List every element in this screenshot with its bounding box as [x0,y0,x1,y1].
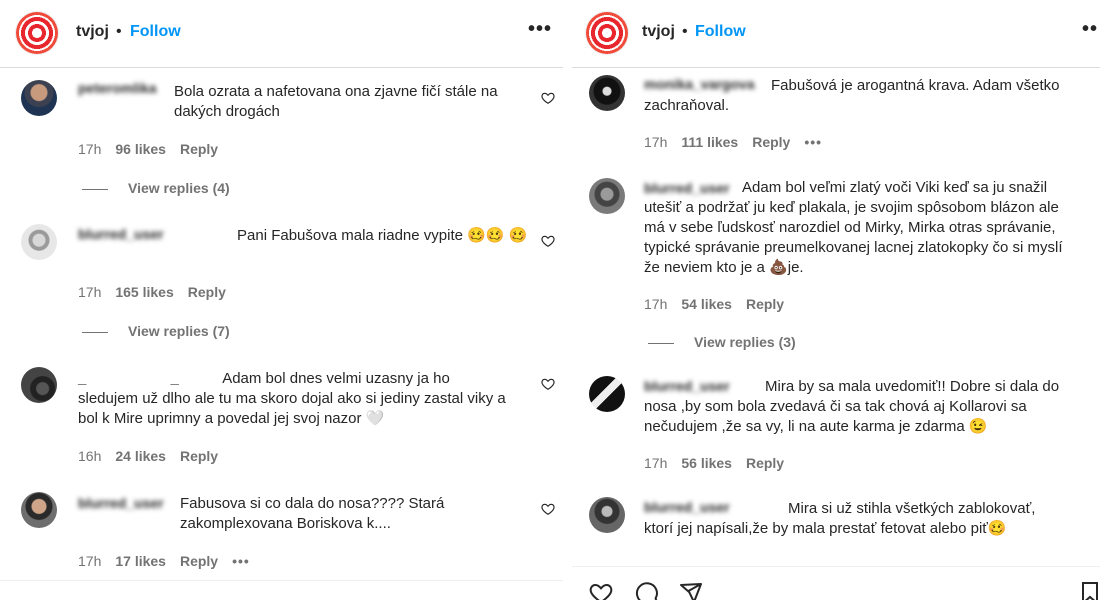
comment-meta: 17h 17 likes Reply ••• [78,553,264,569]
like-heart-icon[interactable] [541,234,555,248]
comment-more-icon[interactable]: ••• [232,553,250,569]
reply-button[interactable]: Reply [746,455,784,471]
header-divider [572,67,1100,68]
follow-button[interactable]: Follow [130,23,181,41]
commenter-avatar[interactable] [589,497,625,533]
comment-time: 17h [78,141,102,157]
comment-likes[interactable]: 56 likes [681,455,732,471]
like-heart-icon[interactable] [541,502,555,516]
comment-likes[interactable]: 17 likes [115,553,166,569]
reply-button[interactable]: Reply [752,134,790,150]
comment-text: Mira si už stihla všetkých zablokovať, k… [644,500,1036,537]
reply-button[interactable]: Reply [188,284,226,300]
view-replies-button[interactable]: View replies (3) [648,334,796,350]
profile-avatar-logo[interactable] [16,12,58,54]
commenter-username[interactable]: blurred_user [78,226,228,242]
header-divider [0,67,563,68]
commenter-avatar[interactable] [589,376,625,412]
view-replies-button[interactable]: View replies (4) [82,180,230,196]
comment-text: Fabusova si co dala do nosa???? Stará za… [180,495,445,532]
commenter-username[interactable]: monika_vargova [644,76,755,92]
like-heart-icon[interactable] [541,377,555,391]
comment-time: 16h [78,448,102,464]
comment-icon[interactable] [634,581,660,600]
comment-time: 17h [78,553,102,569]
comment-meta: 17h 96 likes Reply [78,141,232,157]
comment-text: Adam bol veľmi zlatý voči Viki keď sa ju… [644,179,1063,276]
comment-meta: 17h 54 likes Reply [644,296,798,312]
reply-button[interactable]: Reply [180,141,218,157]
comment-time: 17h [644,134,668,150]
view-replies-button[interactable]: View replies (7) [82,323,230,339]
separator-dot: • [116,23,122,40]
comment-likes[interactable]: 24 likes [115,448,166,464]
like-heart-icon[interactable] [541,91,555,105]
comment-likes[interactable]: 165 likes [115,284,173,300]
commenter-username[interactable]: _ _ [78,370,219,387]
comment-likes[interactable]: 96 likes [115,141,166,157]
reply-button[interactable]: Reply [746,296,784,312]
left-post-panel: tvjoj • Follow ••• peteromlika Bola ozra… [0,0,563,600]
commenter-username[interactable]: blurred_user [78,495,168,511]
post-header: tvjoj • Follow ••• [0,0,563,66]
reply-button[interactable]: Reply [180,448,218,464]
comment-text: Fabušová je arogantná krava. Adam všetko [771,77,1060,94]
profile-avatar-logo[interactable] [586,12,628,54]
comment-time: 17h [78,284,102,300]
separator-dot: • [682,23,688,40]
panel-gap [563,0,572,600]
comment-meta: 17h 111 likes Reply ••• [644,134,836,150]
bookmark-icon[interactable] [1080,581,1100,600]
comment-more-icon[interactable]: ••• [804,134,822,150]
profile-handle[interactable]: tvjoj [76,23,109,41]
follow-button[interactable]: Follow [695,23,746,41]
commenter-avatar[interactable] [21,367,57,403]
commenter-avatar[interactable] [589,75,625,111]
comment-meta: 17h 165 likes Reply [78,284,240,300]
heart-icon[interactable] [588,581,614,600]
comment-text: Mira by sa mala uvedomiť!! Dobre si dala… [644,378,1060,435]
comment-likes[interactable]: 54 likes [681,296,732,312]
panel-bottom-divider [0,580,563,581]
comment-text: Pani Fabušova mala riadne vypite 🥴🥴 🥴 [237,227,528,244]
commenter-username[interactable]: peteromlika [78,80,157,96]
reply-button[interactable]: Reply [180,553,218,569]
post-action-bar [572,566,1100,600]
comment-text: Bola ozrata a nafetovana ona zjavne fičí… [174,83,498,120]
comment-text: _ _ Adam bol dnes velmi uzasny ja ho sle… [78,370,506,427]
commenter-avatar[interactable] [589,178,625,214]
comment-text-continued: zachraňoval. [644,97,730,114]
comment-time: 17h [644,455,668,471]
commenter-avatar[interactable] [21,492,57,528]
comment-time: 17h [644,296,668,312]
more-options-icon[interactable]: ••• [528,18,552,41]
more-options-icon[interactable]: •• [1082,18,1098,41]
profile-handle[interactable]: tvjoj [642,23,675,41]
comment-likes[interactable]: 111 likes [681,134,738,150]
commenter-avatar[interactable] [21,224,57,260]
commenter-avatar[interactable] [21,80,57,116]
post-header: tvjoj • Follow •• [572,0,1100,66]
comment-meta: 17h 56 likes Reply [644,455,798,471]
share-icon[interactable] [678,581,704,600]
comment-meta: 16h 24 likes Reply [78,448,232,464]
right-post-panel: tvjoj • Follow •• monika_vargova Fabušov… [572,0,1100,600]
